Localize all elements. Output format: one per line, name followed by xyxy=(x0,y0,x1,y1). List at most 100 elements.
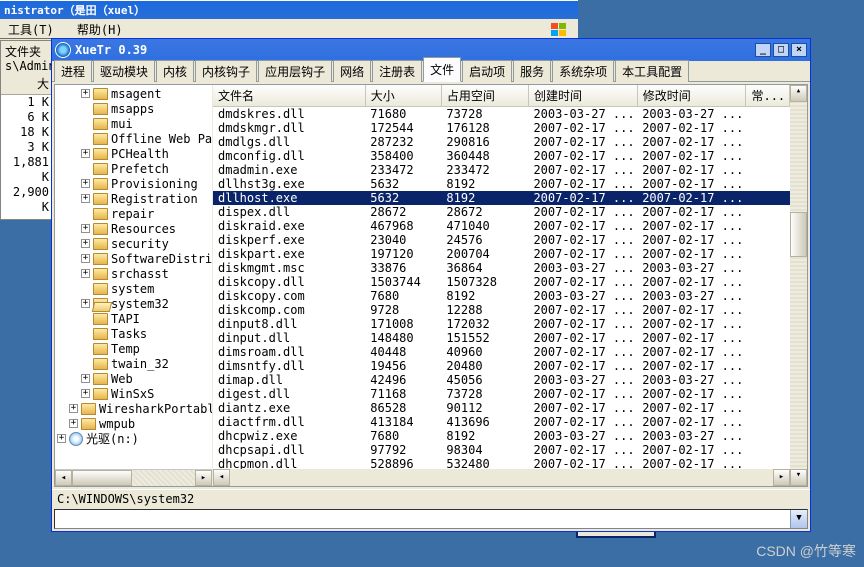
tree-item[interactable]: +WiresharkPortable xyxy=(57,401,212,416)
tree-item[interactable]: +Resources xyxy=(57,221,212,236)
column-header[interactable]: 大小 xyxy=(365,85,441,107)
tree-item[interactable]: +PCHealth xyxy=(57,146,212,161)
tree-item[interactable]: twain_32 xyxy=(57,356,212,371)
tab-5[interactable]: 网络 xyxy=(333,60,371,82)
tab-7[interactable]: 文件 xyxy=(423,57,461,82)
scroll-thumb[interactable] xyxy=(790,212,807,257)
tree-item[interactable]: +SoftwareDistri xyxy=(57,251,212,266)
tree-item[interactable]: Tasks xyxy=(57,326,212,341)
table-row[interactable]: dmadmin.exe2334722334722007-02-17 ...200… xyxy=(213,163,790,177)
expander-icon[interactable]: + xyxy=(69,404,78,413)
tree-item[interactable]: Prefetch xyxy=(57,161,212,176)
close-button[interactable]: × xyxy=(791,43,807,57)
expander-icon[interactable]: + xyxy=(81,179,90,188)
table-row[interactable]: dimsroam.dll40448409602007-02-17 ...2007… xyxy=(213,345,790,359)
table-row[interactable]: dllhost.exe563281922007-02-17 ...2007-02… xyxy=(213,191,790,205)
minimize-button[interactable]: _ xyxy=(755,43,771,57)
tree-item[interactable]: +security xyxy=(57,236,212,251)
expander-icon[interactable]: + xyxy=(81,374,90,383)
tree-item[interactable]: +wmpub xyxy=(57,416,212,431)
expander-icon[interactable]: + xyxy=(81,194,90,203)
tab-6[interactable]: 注册表 xyxy=(372,60,422,82)
scroll-track[interactable] xyxy=(230,469,773,486)
expander-icon[interactable]: + xyxy=(81,239,90,248)
expander-icon[interactable]: + xyxy=(81,254,90,263)
tree-item[interactable]: Offline Web Pa xyxy=(57,131,212,146)
scroll-left-button[interactable]: ◂ xyxy=(55,470,72,486)
tab-2[interactable]: 内核 xyxy=(156,60,194,82)
expander-icon[interactable]: + xyxy=(69,419,78,428)
expander-icon[interactable]: + xyxy=(81,299,90,308)
tree-hscroll[interactable]: ◂ ▸ xyxy=(55,469,212,486)
scroll-left-button[interactable]: ◂ xyxy=(213,469,230,486)
table-row[interactable]: dmdskres.dll71680737282003-03-27 ...2003… xyxy=(213,107,790,122)
table-row[interactable]: diskraid.exe4679684710402007-02-17 ...20… xyxy=(213,219,790,233)
expander-icon[interactable]: + xyxy=(57,434,66,443)
scroll-track[interactable] xyxy=(790,102,807,469)
scroll-down-button[interactable]: ▾ xyxy=(790,469,807,486)
tab-1[interactable]: 驱动模块 xyxy=(93,60,155,82)
table-row[interactable]: dhcpwiz.exe768081922003-03-27 ...2003-03… xyxy=(213,429,790,443)
combo-text[interactable] xyxy=(55,510,790,528)
column-header[interactable]: 修改时间 xyxy=(637,85,746,107)
tree-item[interactable]: mui xyxy=(57,116,212,131)
bg-menu-help[interactable]: 帮助(H) xyxy=(77,23,123,37)
tree-item[interactable]: repair xyxy=(57,206,212,221)
table-row[interactable]: dinput8.dll1710081720322007-02-17 ...200… xyxy=(213,317,790,331)
tree-item[interactable]: +光驱(n:) xyxy=(57,431,212,446)
table-row[interactable]: dinput.dll1484801515522007-02-17 ...2007… xyxy=(213,331,790,345)
tree-item[interactable]: msapps xyxy=(57,101,212,116)
table-row[interactable]: dllhst3g.exe563281922007-02-17 ...2007-0… xyxy=(213,177,790,191)
expander-icon[interactable]: + xyxy=(81,89,90,98)
table-row[interactable]: diskcopy.com768081922003-03-27 ...2003-0… xyxy=(213,289,790,303)
tab-4[interactable]: 应用层钩子 xyxy=(258,60,332,82)
tree-item[interactable]: Temp xyxy=(57,341,212,356)
tab-11[interactable]: 本工具配置 xyxy=(615,60,689,82)
tree-item[interactable]: system xyxy=(57,281,212,296)
table-row[interactable]: dmdlgs.dll2872322908162007-02-17 ...2007… xyxy=(213,135,790,149)
table-row[interactable]: dispex.dll28672286722007-02-17 ...2007-0… xyxy=(213,205,790,219)
tree-item[interactable]: TAPI xyxy=(57,311,212,326)
expander-icon[interactable]: + xyxy=(81,224,90,233)
column-header[interactable]: 文件名 xyxy=(213,85,365,107)
table-row[interactable]: diskcopy.dll150374415073282007-02-17 ...… xyxy=(213,275,790,289)
tab-10[interactable]: 系统杂项 xyxy=(552,60,614,82)
table-row[interactable]: diskpart.exe1971202007042007-02-17 ...20… xyxy=(213,247,790,261)
table-row[interactable]: dimap.dll42496450562003-03-27 ...2003-03… xyxy=(213,373,790,387)
table-row[interactable]: dmconfig.dll3584003604482007-02-17 ...20… xyxy=(213,149,790,163)
column-header[interactable]: 创建时间 xyxy=(528,85,637,107)
table-row[interactable]: dmdskmgr.dll1725441761282007-02-17 ...20… xyxy=(213,121,790,135)
scroll-right-button[interactable]: ▸ xyxy=(195,470,212,486)
table-row[interactable]: diskmgmt.msc33876368642003-03-27 ...2003… xyxy=(213,261,790,275)
scroll-up-button[interactable]: ▴ xyxy=(790,85,807,102)
combo-box[interactable]: ▼ xyxy=(54,509,808,529)
table-row[interactable]: diskperf.exe23040245762007-02-17 ...2007… xyxy=(213,233,790,247)
tab-9[interactable]: 服务 xyxy=(513,60,551,82)
table-row[interactable]: dimsntfy.dll19456204802007-02-17 ...2007… xyxy=(213,359,790,373)
maximize-button[interactable]: □ xyxy=(773,43,789,57)
table-row[interactable]: dhcpmon.dll5288965324802007-02-17 ...200… xyxy=(213,457,790,469)
expander-icon[interactable]: + xyxy=(81,389,90,398)
bg-menu-tools[interactable]: 工具(T) xyxy=(8,23,54,37)
folder-tree[interactable]: +msagentmsappsmuiOffline Web Pa+PCHealth… xyxy=(55,85,212,469)
tree-item[interactable]: +WinSxS xyxy=(57,386,212,401)
tree-item[interactable]: +msagent xyxy=(57,86,212,101)
tree-item[interactable]: +system32 xyxy=(57,296,212,311)
list-vscroll[interactable]: ▴ ▾ xyxy=(790,85,807,486)
expander-icon[interactable]: + xyxy=(81,269,90,278)
tree-item[interactable]: +Web xyxy=(57,371,212,386)
scroll-thumb[interactable] xyxy=(72,470,132,486)
chevron-down-icon[interactable]: ▼ xyxy=(790,510,807,528)
tab-8[interactable]: 启动项 xyxy=(462,60,512,82)
scroll-track[interactable] xyxy=(72,470,195,486)
tree-item[interactable]: +srchasst xyxy=(57,266,212,281)
table-row[interactable]: dhcpsapi.dll97792983042007-02-17 ...2007… xyxy=(213,443,790,457)
table-row[interactable]: diskcomp.com9728122882007-02-17 ...2007-… xyxy=(213,303,790,317)
table-row[interactable]: diantz.exe86528901122007-02-17 ...2007-0… xyxy=(213,401,790,415)
file-list[interactable]: 文件名大小占用空间创建时间修改时间常... dmdskres.dll716807… xyxy=(213,85,790,469)
tree-item[interactable]: +Registration xyxy=(57,191,212,206)
table-row[interactable]: diactfrm.dll4131844136962007-02-17 ...20… xyxy=(213,415,790,429)
expander-icon[interactable]: + xyxy=(81,149,90,158)
tab-0[interactable]: 进程 xyxy=(54,60,92,82)
scroll-right-button[interactable]: ▸ xyxy=(773,469,790,486)
